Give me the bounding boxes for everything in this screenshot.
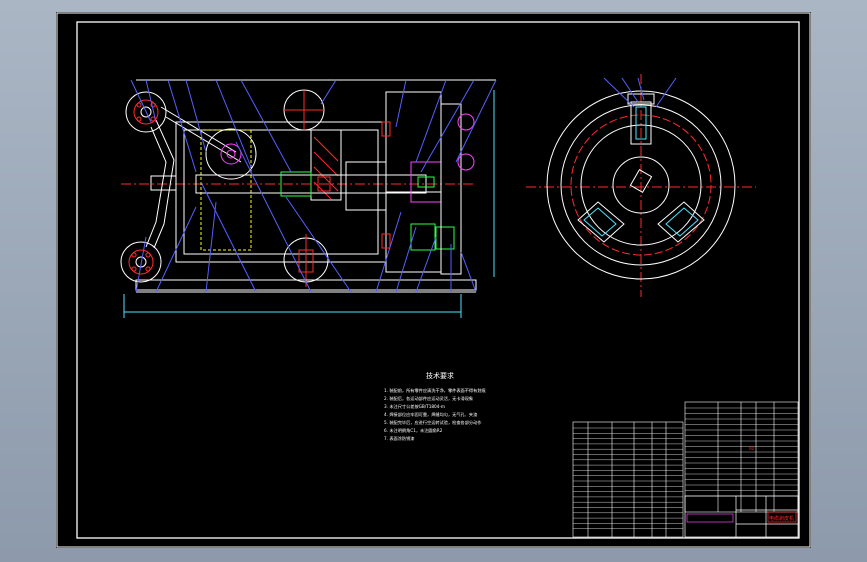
- parts-list-rows: [573, 407, 798, 529]
- tech-note-5: 5. 装配完毕后，应进行空运转试验，检查各部分动作: [384, 419, 482, 426]
- tech-note-1: 1. 装配前，所有零件应清洗干净，零件表面不得有划痕: [384, 387, 486, 394]
- front-view: [120, 79, 497, 318]
- tech-req-title: 技术要求: [426, 371, 454, 380]
- jaw-right: [657, 201, 705, 243]
- parts-list-right: [684, 401, 799, 513]
- drawing-sheet: 技术要求 1. 装配前，所有零件应清洗干净，零件表面不得有划痕 2. 装配后，各…: [56, 12, 811, 548]
- tech-note-4: 4. 焊接部位应牢固可靠，焊缝均匀，无气孔、夹渣: [384, 411, 478, 418]
- tech-note-2: 2. 装配后，各运动部件应运动灵活，无卡滞现象: [384, 395, 473, 402]
- jaw-left: [577, 201, 625, 243]
- cad-drawing: 技术要求 1. 装配前，所有零件应清洗干净，零件表面不得有划痕 2. 装配后，各…: [56, 12, 811, 548]
- parts-list-left: [572, 421, 684, 538]
- tech-note-3: 3. 未注尺寸公差按GB/T1804-m: [384, 403, 445, 410]
- side-view-chuck: [526, 74, 756, 297]
- title-block-drawing-name: 电缆剥皮机: [769, 515, 794, 522]
- tech-note-7: 7. 表面涂防锈漆: [384, 435, 414, 442]
- title-block-code: 00: [749, 446, 755, 451]
- tech-note-6: 6. 未注明倒角C1，未注圆角R2: [384, 427, 443, 434]
- technical-requirements: 技术要求 1. 装配前，所有零件应清洗干净，零件表面不得有划痕 2. 装配后，各…: [384, 371, 486, 442]
- drive-gear: [205, 128, 257, 180]
